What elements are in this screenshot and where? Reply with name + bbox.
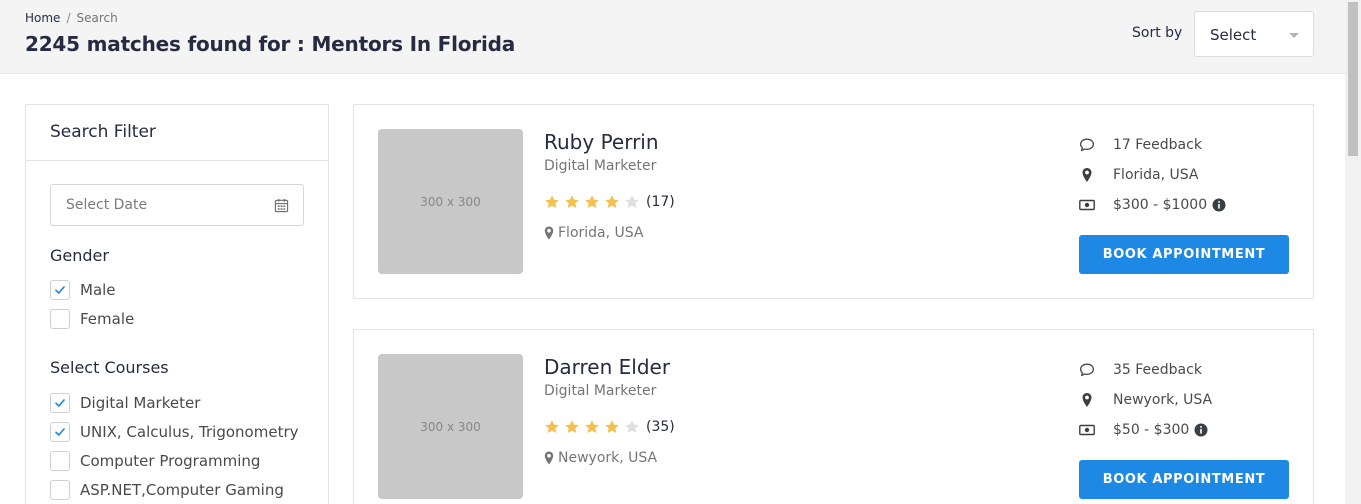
checkbox[interactable]: [50, 393, 70, 413]
mentor-name[interactable]: Darren Elder: [544, 355, 670, 379]
checkmark-icon: [55, 399, 65, 407]
gender-option[interactable]: Female: [50, 309, 134, 329]
feedback-info: 35 Feedback: [1079, 361, 1202, 379]
sort-select[interactable]: Select: [1194, 11, 1314, 57]
star-empty-icon: [625, 420, 639, 433]
map-marker-icon: [544, 226, 554, 240]
checkbox[interactable]: [50, 480, 70, 500]
star-empty-icon: [625, 195, 639, 208]
breadcrumb: Home / Search: [25, 11, 118, 25]
checkbox[interactable]: [50, 309, 70, 329]
photo-placeholder-label: 300 x 300: [420, 194, 481, 209]
rating-count: (35): [646, 419, 675, 435]
feedback-count: 17 Feedback: [1113, 137, 1202, 153]
page-title: 2245 matches found for : Mentors In Flor…: [25, 32, 516, 56]
scrollbar-thumb[interactable]: [1348, 2, 1358, 156]
star-filled-icon: [565, 195, 579, 208]
map-marker-icon: [544, 451, 554, 465]
gender-option-label: Male: [80, 281, 116, 299]
course-option-label: Computer Programming: [80, 452, 261, 470]
rating-count: (17): [646, 194, 675, 210]
mentor-card: 300 x 300 Darren Elder Digital Marketer (35…: [353, 329, 1314, 504]
star-filled-icon: [585, 420, 599, 433]
checkbox[interactable]: [50, 280, 70, 300]
courses-title: Select Courses: [50, 358, 169, 377]
mentor-card: 300 x 300 Ruby Perrin Digital Marketer (17)…: [353, 104, 1314, 299]
course-option[interactable]: ASP.NET,Computer Gaming: [50, 480, 284, 500]
money-bill-icon: [1079, 199, 1095, 211]
star-filled-icon: [605, 420, 619, 433]
rating: (35): [544, 419, 675, 435]
location-info: Newyork, USA: [1079, 391, 1212, 409]
mentor-photo[interactable]: 300 x 300: [378, 354, 523, 499]
mentor-location: Florida, USA: [544, 225, 644, 241]
calendar-icon[interactable]: [274, 198, 289, 213]
sort-label: Sort by: [1132, 25, 1183, 41]
location-info: Florida, USA: [1079, 166, 1199, 184]
mentor-photo[interactable]: 300 x 300: [378, 129, 523, 274]
map-marker-icon: [1082, 393, 1092, 407]
rating: (17): [544, 194, 675, 210]
location-text: Newyork, USA: [1113, 392, 1213, 408]
location-text: Florida, USA: [1113, 167, 1199, 183]
checkmark-icon: [55, 428, 65, 436]
gender-title: Gender: [50, 246, 109, 265]
map-marker-icon: [1082, 168, 1092, 182]
money-bill-icon: [1079, 424, 1095, 436]
chevron-down-icon: [1289, 33, 1299, 38]
mentor-location-text: Florida, USA: [558, 225, 644, 241]
gender-option[interactable]: Male: [50, 280, 116, 300]
star-filled-icon: [605, 195, 619, 208]
date-input[interactable]: [66, 197, 256, 213]
page-header: Home / Search 2245 matches found for : Men…: [0, 0, 1345, 74]
course-option[interactable]: UNIX, Calculus, Trigonometry: [50, 422, 299, 442]
photo-placeholder-label: 300 x 300: [420, 419, 481, 434]
mentor-role: Digital Marketer: [544, 383, 657, 399]
feedback-info: 17 Feedback: [1079, 136, 1202, 154]
course-option[interactable]: Digital Marketer: [50, 393, 200, 413]
course-option-label: UNIX, Calculus, Trigonometry: [80, 423, 299, 441]
comment-icon: [1079, 363, 1095, 377]
checkmark-icon: [55, 286, 65, 294]
mentor-location-text: Newyork, USA: [558, 450, 658, 466]
info-icon[interactable]: [1212, 198, 1226, 212]
search-filter-panel: Search Filter Gender Select Courses Male…: [25, 104, 329, 504]
book-appointment-button[interactable]: BOOK APPOINTMENT: [1079, 235, 1289, 274]
sort-select-value: Select: [1210, 26, 1257, 44]
checkbox[interactable]: [50, 422, 70, 442]
star-filled-icon: [545, 420, 559, 433]
date-field[interactable]: [50, 184, 304, 226]
price-range: $300 - $1000: [1113, 197, 1208, 213]
mentor-role: Digital Marketer: [544, 158, 657, 174]
page-scrollbar[interactable]: [1345, 0, 1361, 504]
star-filled-icon: [585, 195, 599, 208]
breadcrumb-current: Search: [76, 11, 118, 25]
breadcrumb-home[interactable]: Home: [25, 11, 60, 25]
star-filled-icon: [545, 195, 559, 208]
price-info: $300 - $1000: [1079, 196, 1226, 214]
filter-title: Search Filter: [26, 105, 328, 161]
course-option-label: ASP.NET,Computer Gaming: [80, 481, 284, 499]
course-option-label: Digital Marketer: [80, 394, 201, 412]
mentor-location: Newyork, USA: [544, 450, 657, 466]
comment-icon: [1079, 138, 1095, 152]
gender-option-label: Female: [80, 310, 135, 328]
star-filled-icon: [565, 420, 579, 433]
price-info: $50 - $300: [1079, 421, 1208, 439]
course-option[interactable]: Computer Programming: [50, 451, 260, 471]
checkbox[interactable]: [50, 451, 70, 471]
book-appointment-button[interactable]: BOOK APPOINTMENT: [1079, 460, 1289, 499]
price-range: $50 - $300: [1113, 422, 1190, 438]
breadcrumb-separator: /: [66, 11, 71, 25]
info-icon[interactable]: [1194, 423, 1208, 437]
feedback-count: 35 Feedback: [1113, 362, 1202, 378]
mentor-name[interactable]: Ruby Perrin: [544, 130, 659, 154]
